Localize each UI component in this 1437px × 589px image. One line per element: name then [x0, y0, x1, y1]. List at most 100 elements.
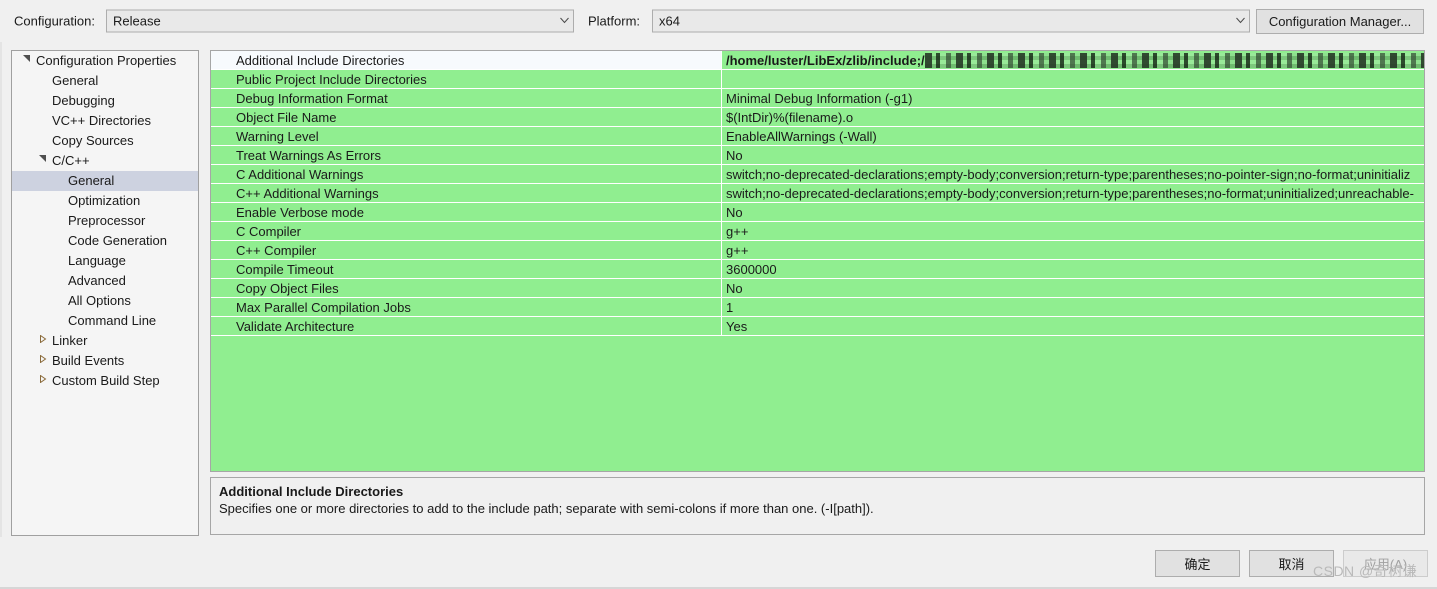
- platform-combobox[interactable]: x64: [652, 9, 1250, 33]
- property-value[interactable]: switch;no-deprecated-declarations;empty-…: [722, 165, 1424, 183]
- tree-item-debugging[interactable]: Debugging: [12, 91, 198, 111]
- property-value[interactable]: switch;no-deprecated-declarations;empty-…: [722, 184, 1424, 202]
- property-value[interactable]: EnableAllWarnings (-Wall): [722, 127, 1424, 145]
- property-row[interactable]: C++ Additional Warnings switch;no-depreca…: [211, 184, 1424, 203]
- tree-item-label: VC++ Directories: [52, 113, 151, 128]
- tree-item-configuration-properties[interactable]: Configuration Properties: [12, 51, 198, 71]
- property-row[interactable]: Max Parallel Compilation Jobs 1: [211, 298, 1424, 317]
- property-value-text: /home/luster/LibEx/zlib/include;/: [726, 53, 925, 68]
- property-value[interactable]: No: [722, 146, 1424, 164]
- twisty-expanded-icon[interactable]: [36, 151, 50, 171]
- tree-item-command-line[interactable]: Command Line: [12, 311, 198, 331]
- tree-item-copy-sources[interactable]: Copy Sources: [12, 131, 198, 151]
- property-name: Public Project Include Directories: [232, 70, 722, 88]
- property-name: Copy Object Files: [232, 279, 722, 297]
- row-gutter: [211, 279, 232, 297]
- property-value[interactable]: 1: [722, 298, 1424, 316]
- configuration-manager-button[interactable]: Configuration Manager...: [1256, 9, 1424, 34]
- redacted-path-region: [924, 53, 1424, 68]
- tree-item-label: Command Line: [68, 313, 157, 328]
- property-grid[interactable]: Additional Include Directories/home/lust…: [210, 50, 1425, 472]
- tree-item-label: Build Events: [52, 353, 125, 368]
- tree-item-label: C/C++: [52, 153, 90, 168]
- property-row[interactable]: Copy Object Files No: [211, 279, 1424, 298]
- chevron-down-icon: [555, 17, 573, 26]
- row-gutter: [211, 108, 232, 126]
- tree-item-label: Copy Sources: [52, 133, 134, 148]
- tree-item-label: General: [68, 173, 115, 188]
- property-row[interactable]: Debug Information Format Minimal Debug In…: [211, 89, 1424, 108]
- property-name: Warning Level: [232, 127, 722, 145]
- property-name: Compile Timeout: [232, 260, 722, 278]
- property-name: C++ Compiler: [232, 241, 722, 259]
- property-value[interactable]: Minimal Debug Information (-g1): [722, 89, 1424, 107]
- tree-item-label: General: [52, 73, 99, 88]
- property-row[interactable]: C++ Compiler g++: [211, 241, 1424, 260]
- ok-button[interactable]: 确定: [1155, 550, 1240, 577]
- configuration-combobox[interactable]: Release: [106, 9, 574, 33]
- tree-item-label: Optimization: [68, 193, 141, 208]
- cancel-button[interactable]: 取消: [1249, 550, 1334, 577]
- property-name: C++ Additional Warnings: [232, 184, 722, 202]
- twisty-expanded-icon[interactable]: [20, 51, 34, 71]
- tree-item-optimization[interactable]: Optimization: [12, 191, 198, 211]
- property-value[interactable]: g++: [722, 241, 1424, 259]
- tree-item-label: Linker: [52, 333, 88, 348]
- property-value[interactable]: /home/luster/LibEx/zlib/include;/us: [722, 51, 1424, 69]
- property-row[interactable]: C Additional Warnings switch;no-deprecate…: [211, 165, 1424, 184]
- property-row[interactable]: Warning Level EnableAllWarnings (-Wall): [211, 127, 1424, 146]
- configuration-combobox-value: Release: [113, 13, 161, 29]
- property-description-panel: Additional Include Directories Specifies…: [210, 477, 1425, 535]
- tree-item-advanced[interactable]: Advanced: [12, 271, 198, 291]
- configuration-properties-tree[interactable]: Configuration Properties General Debugging…: [11, 50, 199, 536]
- tree-item-c-c[interactable]: C/C++: [12, 151, 198, 171]
- row-gutter: [211, 222, 232, 240]
- row-gutter: [211, 184, 232, 202]
- property-value[interactable]: 3600000: [722, 260, 1424, 278]
- tree-item-language[interactable]: Language: [12, 251, 198, 271]
- twisty-collapsed-icon[interactable]: [36, 371, 50, 391]
- row-gutter: [211, 241, 232, 259]
- property-name: Validate Architecture: [232, 317, 722, 335]
- tree-item-all-options[interactable]: All Options: [12, 291, 198, 311]
- property-row[interactable]: Additional Include Directories/home/lust…: [211, 51, 1424, 70]
- property-row[interactable]: Public Project Include Directories: [211, 70, 1424, 89]
- tree-item-build-events[interactable]: Build Events: [12, 351, 198, 371]
- property-row[interactable]: C Compiler g++: [211, 222, 1424, 241]
- property-name: Treat Warnings As Errors: [232, 146, 722, 164]
- tree-item-label: Advanced: [68, 273, 126, 288]
- twisty-collapsed-icon[interactable]: [36, 331, 50, 351]
- chevron-down-icon: [1231, 17, 1249, 26]
- property-value[interactable]: $(IntDir)%(filename).o: [722, 108, 1424, 126]
- property-row[interactable]: Compile Timeout 3600000: [211, 260, 1424, 279]
- tree-item-custom-build-step[interactable]: Custom Build Step: [12, 371, 198, 391]
- property-row[interactable]: Validate Architecture Yes: [211, 317, 1424, 336]
- property-row[interactable]: Enable Verbose mode No: [211, 203, 1424, 222]
- tree-item-preprocessor[interactable]: Preprocessor: [12, 211, 198, 231]
- configuration-label: Configuration:: [14, 13, 95, 29]
- tree-item-label: Preprocessor: [68, 213, 146, 228]
- tree-item-general[interactable]: General: [12, 171, 198, 191]
- apply-button: 应用(A): [1343, 550, 1428, 577]
- property-row[interactable]: Treat Warnings As Errors No: [211, 146, 1424, 165]
- row-gutter: [211, 146, 232, 164]
- property-name: Object File Name: [232, 108, 722, 126]
- row-gutter: [211, 51, 232, 69]
- property-value[interactable]: g++: [722, 222, 1424, 240]
- configuration-toolbar: Configuration: Release Platform: x64 Con…: [0, 0, 1437, 42]
- property-row[interactable]: Object File Name $(IntDir)%(filename).o: [211, 108, 1424, 127]
- tree-item-vc-directories[interactable]: VC++ Directories: [12, 111, 198, 131]
- property-value[interactable]: Yes: [722, 317, 1424, 335]
- description-title: Additional Include Directories: [219, 484, 404, 499]
- platform-label: Platform:: [588, 13, 641, 29]
- twisty-collapsed-icon[interactable]: [36, 351, 50, 371]
- tree-item-label: Debugging: [52, 93, 115, 108]
- property-value[interactable]: [722, 70, 1424, 88]
- row-gutter: [211, 203, 232, 221]
- tree-item-general[interactable]: General: [12, 71, 198, 91]
- tree-item-linker[interactable]: Linker: [12, 331, 198, 351]
- property-value[interactable]: No: [722, 279, 1424, 297]
- row-gutter: [211, 89, 232, 107]
- tree-item-code-generation[interactable]: Code Generation: [12, 231, 198, 251]
- property-value[interactable]: No: [722, 203, 1424, 221]
